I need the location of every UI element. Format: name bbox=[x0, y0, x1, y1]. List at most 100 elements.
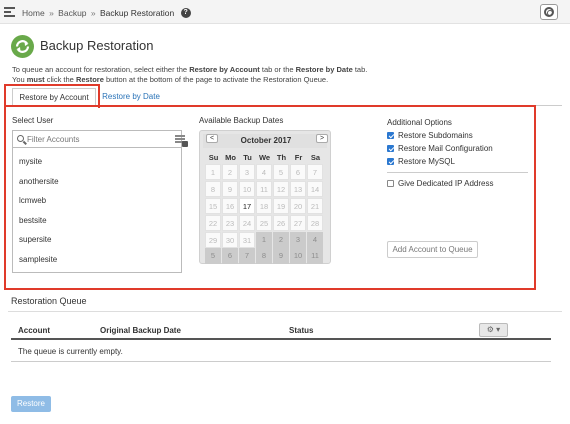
list-options-icon[interactable] bbox=[175, 135, 188, 147]
account-item-supersite[interactable]: supersite bbox=[19, 235, 51, 244]
breadcrumb-separator: » bbox=[49, 7, 54, 18]
help-icon[interactable]: ? bbox=[180, 7, 191, 18]
calendar-day: 30 bbox=[222, 232, 238, 248]
restoration-queue-table: Account Original Backup Date Status ⚙ ▾ … bbox=[11, 321, 551, 362]
column-original-backup-date: Original Backup Date bbox=[100, 326, 181, 335]
dedicated-ip-option[interactable]: Give Dedicated IP Address bbox=[387, 179, 493, 188]
calendar-day: 8 bbox=[205, 181, 221, 197]
available-backup-dates-label: Available Backup Dates bbox=[199, 116, 284, 125]
dedicated-ip-checkbox[interactable] bbox=[387, 180, 394, 187]
account-list[interactable]: mysite anothersite lcmweb bestsite super… bbox=[12, 148, 182, 273]
intro-text: To queue an account for restoration, sel… bbox=[12, 65, 368, 84]
breadcrumb: Home » Backup » Backup Restoration ? bbox=[22, 7, 191, 18]
calendar-day: 7 bbox=[307, 164, 323, 180]
calendar-day-available[interactable]: 17 bbox=[239, 198, 255, 214]
calendar-day: 22 bbox=[205, 215, 221, 231]
lifebuoy-icon bbox=[544, 7, 554, 17]
breadcrumb-separator: » bbox=[90, 7, 96, 18]
calendar-day: 3 bbox=[290, 232, 306, 248]
add-account-to-queue-button[interactable]: Add Account to Queue bbox=[387, 241, 478, 258]
calendar-day: 7 bbox=[239, 248, 255, 264]
account-item-lcmweb[interactable]: lcmweb bbox=[19, 196, 46, 205]
breadcrumb-backup[interactable]: Backup bbox=[58, 8, 86, 18]
account-item-mysite[interactable]: mysite bbox=[19, 157, 42, 166]
restore-mysql-label: Restore MySQL bbox=[398, 157, 455, 166]
tab-restore-by-date[interactable]: Restore by Date bbox=[100, 88, 162, 106]
calendar-day: 8 bbox=[256, 248, 272, 264]
calendar-day: 6 bbox=[222, 248, 238, 264]
breadcrumb-home[interactable]: Home bbox=[22, 8, 45, 18]
calendar-day: 25 bbox=[256, 215, 272, 231]
calendar-day: 15 bbox=[205, 198, 221, 214]
calendar-day: 29 bbox=[205, 232, 221, 248]
calendar-day: 24 bbox=[239, 215, 255, 231]
backup-restore-icon bbox=[11, 35, 34, 58]
backup-date-calendar: October 2017 < > Su Mo Tu We Th Fr Sa 12345678… bbox=[199, 130, 331, 264]
restore-button[interactable]: Restore bbox=[11, 396, 51, 412]
calendar-day: 28 bbox=[307, 215, 323, 231]
calendar-day: 31 bbox=[239, 232, 255, 248]
restore-mail-checkbox[interactable] bbox=[387, 145, 394, 152]
calendar-day: 12 bbox=[273, 181, 289, 197]
calendar-day: 11 bbox=[307, 248, 323, 264]
hamburger-menu-icon[interactable] bbox=[4, 7, 15, 17]
restore-mail-label: Restore Mail Configuration bbox=[398, 144, 493, 153]
queue-gear-menu-button[interactable]: ⚙ ▾ bbox=[479, 323, 508, 337]
additional-options-label: Additional Options bbox=[387, 118, 452, 127]
filter-accounts-input[interactable] bbox=[27, 133, 167, 146]
restoration-queue-title: Restoration Queue bbox=[11, 296, 87, 306]
calendar-day: 13 bbox=[290, 181, 306, 197]
column-status: Status bbox=[289, 326, 314, 335]
calendar-weekday: Tu bbox=[243, 153, 252, 162]
calendar-day: 18 bbox=[256, 198, 272, 214]
calendar-day: 23 bbox=[222, 215, 238, 231]
calendar-prev-button[interactable]: < bbox=[206, 134, 218, 143]
select-user-label: Select User bbox=[12, 116, 54, 125]
dedicated-ip-label: Give Dedicated IP Address bbox=[398, 179, 494, 188]
calendar-day: 14 bbox=[307, 181, 323, 197]
calendar-day: 27 bbox=[290, 215, 306, 231]
calendar-weekday: Mo bbox=[225, 153, 236, 162]
calendar-day: 20 bbox=[290, 198, 306, 214]
calendar-day: 10 bbox=[239, 181, 255, 197]
account-item-samplesite[interactable]: samplesite bbox=[19, 255, 57, 264]
account-item-bestsite[interactable]: bestsite bbox=[19, 216, 47, 225]
calendar-month: October 2017 bbox=[240, 136, 292, 145]
calendar-weekday: Su bbox=[208, 153, 219, 162]
filter-accounts-box bbox=[12, 130, 188, 148]
calendar-day: 4 bbox=[307, 232, 323, 248]
restore-subdomains-label: Restore Subdomains bbox=[398, 131, 473, 140]
calendar-day: 26 bbox=[273, 215, 289, 231]
calendar-day: 1 bbox=[205, 164, 221, 180]
calendar-day: 3 bbox=[239, 164, 255, 180]
options-divider bbox=[387, 172, 528, 173]
account-item-anothersite[interactable]: anothersite bbox=[19, 177, 59, 186]
queue-empty-message: The queue is currently empty. bbox=[18, 347, 123, 356]
queue-table-header: Account Original Backup Date Status ⚙ ▾ bbox=[11, 321, 551, 340]
calendar-next-button[interactable]: > bbox=[316, 134, 328, 143]
support-lifebuoy-button[interactable] bbox=[540, 4, 558, 20]
calendar-weekday: Th bbox=[276, 153, 287, 162]
calendar-day: 9 bbox=[222, 181, 238, 197]
calendar-day: 4 bbox=[256, 164, 272, 180]
restore-mail-option[interactable]: Restore Mail Configuration bbox=[387, 144, 493, 153]
calendar-day: 11 bbox=[256, 181, 272, 197]
calendar-day: 5 bbox=[273, 164, 289, 180]
calendar-day: 1 bbox=[256, 232, 272, 248]
calendar-day: 2 bbox=[222, 164, 238, 180]
calendar-weekday: Fr bbox=[294, 153, 303, 162]
restore-mysql-checkbox[interactable] bbox=[387, 158, 394, 165]
calendar-day: 19 bbox=[273, 198, 289, 214]
column-account: Account bbox=[18, 326, 50, 335]
calendar-day: 10 bbox=[290, 248, 306, 264]
search-icon bbox=[17, 135, 24, 142]
breadcrumb-current: Backup Restoration bbox=[100, 7, 175, 18]
calendar-weekday: We bbox=[258, 153, 271, 162]
restore-mysql-option[interactable]: Restore MySQL bbox=[387, 157, 455, 166]
restore-subdomains-option[interactable]: Restore Subdomains bbox=[387, 131, 473, 140]
calendar-day: 21 bbox=[307, 198, 323, 214]
restore-subdomains-checkbox[interactable] bbox=[387, 132, 394, 139]
calendar-day: 16 bbox=[222, 198, 238, 214]
calendar-day: 2 bbox=[273, 232, 289, 248]
calendar-day: 5 bbox=[205, 248, 221, 264]
